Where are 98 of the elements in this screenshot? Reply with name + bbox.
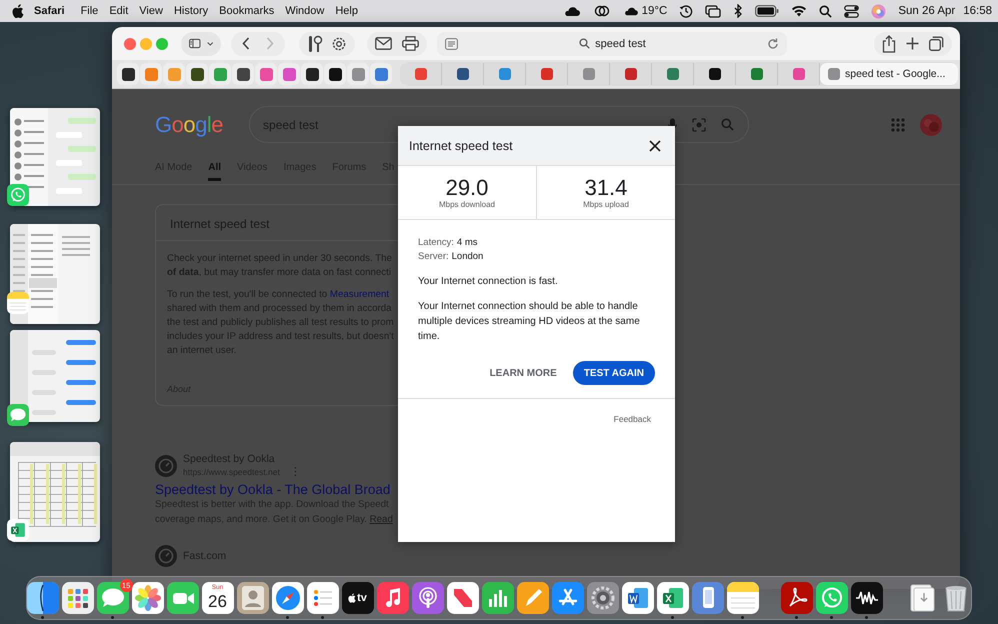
spreadsheet-icon[interactable] (656, 582, 688, 614)
apple-logo-icon[interactable] (12, 4, 24, 18)
speed-value: 31.4 (584, 176, 628, 200)
pinned-tab[interactable] (324, 63, 346, 85)
tabs-overview-icon[interactable] (929, 36, 944, 51)
speed-unit: Mbps download (438, 200, 496, 209)
app-store-icon[interactable] (552, 582, 584, 614)
detail-value: London (452, 251, 484, 262)
menu-item[interactable]: Edit (109, 5, 128, 17)
window-thumbnail[interactable] (10, 108, 100, 206)
cloud-icon[interactable] (562, 4, 581, 18)
wifi-icon[interactable] (791, 5, 808, 17)
feedback-link[interactable]: Feedback (614, 414, 651, 424)
screens-icon[interactable] (705, 4, 722, 18)
google-logo[interactable]: Google (155, 112, 224, 138)
gear-icon[interactable] (586, 582, 618, 614)
speed-unit: Mbps upload (583, 200, 629, 209)
two-tone-icon[interactable] (26, 582, 58, 614)
app-grid-icon[interactable] (62, 582, 94, 614)
notepad-icon[interactable] (7, 292, 29, 314)
detail-label: Latency: (418, 237, 454, 248)
pinned-tab[interactable] (301, 63, 323, 85)
reload-icon[interactable] (767, 38, 779, 50)
pdf-icon[interactable] (780, 582, 812, 614)
bluetooth-icon[interactable] (733, 4, 744, 18)
chat-phone-icon[interactable] (7, 184, 29, 206)
window-thumbnail[interactable] (10, 330, 100, 422)
news-icon[interactable] (446, 582, 478, 614)
verdict-text: Your Internet connection is fast. (418, 275, 559, 289)
envelope-icon[interactable] (375, 37, 392, 50)
tv-label: tv (357, 592, 367, 604)
apple-logo-icon (348, 593, 356, 603)
clock-label[interactable]: 16:58 (963, 5, 992, 17)
speech-bubble-icon[interactable] (7, 404, 29, 426)
pen-icon[interactable] (516, 582, 548, 614)
page-menu-icon[interactable] (445, 38, 458, 50)
checklist-icon[interactable] (306, 582, 338, 614)
temperature-label[interactable]: 19°C (642, 5, 668, 17)
clock-icon[interactable] (679, 4, 694, 18)
calendar-date-label: 26 (208, 592, 227, 611)
cloud-icon (622, 5, 639, 17)
speed-value: 29.0 (446, 176, 488, 200)
orb-icon[interactable] (871, 4, 886, 18)
chevron-down-icon (206, 40, 213, 46)
phone-icon[interactable] (692, 582, 724, 614)
speech-bubble-icon[interactable] (96, 582, 128, 614)
tv-app-icon[interactable]: tv (342, 582, 374, 614)
menu-item[interactable]: Help (335, 5, 358, 17)
bar-chart-icon[interactable] (482, 582, 514, 614)
menu-item[interactable]: Bookmarks (219, 5, 274, 17)
browser-tab[interactable]: speed test - Google... (820, 63, 958, 85)
window-thumbnail[interactable] (10, 442, 100, 542)
plus-icon[interactable] (906, 37, 919, 50)
search-icon[interactable] (819, 4, 832, 18)
contact-card-icon[interactable] (236, 582, 268, 614)
waveform-icon[interactable] (850, 582, 882, 614)
test-again-button[interactable]: TEST AGAIN (572, 361, 655, 385)
site-favicon-icon (155, 545, 177, 567)
notepad-icon[interactable] (726, 582, 758, 614)
sidebar-icon (189, 37, 201, 50)
flower-icon[interactable] (132, 582, 164, 614)
toggles-icon[interactable] (844, 4, 860, 18)
search-icon (579, 38, 590, 49)
chevron-right-icon (266, 37, 274, 50)
chat-phone-icon[interactable] (816, 582, 848, 614)
gear-icon[interactable] (331, 36, 347, 52)
site-favicon-icon (155, 454, 177, 476)
battery-icon[interactable] (755, 5, 780, 17)
close-icon[interactable] (649, 140, 661, 152)
date-label[interactable]: Sun 26 Apr (898, 5, 956, 17)
menu-item[interactable]: View (139, 5, 163, 17)
podcast-icon[interactable] (412, 582, 444, 614)
menu-item[interactable]: Window (285, 5, 324, 17)
detail-value: 4 ms (456, 237, 478, 248)
pinned-tab[interactable] (232, 63, 254, 85)
tools-icon[interactable] (307, 34, 323, 52)
pinned-tab[interactable] (186, 63, 208, 85)
video-camera-icon[interactable] (166, 582, 198, 614)
detail-label: Server: (418, 251, 449, 262)
learn-more-button[interactable]: LEARN MORE (488, 361, 559, 385)
linked-rings-icon[interactable] (592, 4, 611, 18)
compass-icon[interactable] (272, 582, 304, 614)
printer-icon[interactable] (402, 36, 419, 51)
document-icon[interactable] (622, 582, 654, 614)
menu-item[interactable]: History (174, 5, 208, 17)
window-thumbnail[interactable] (10, 224, 100, 324)
music-note-icon[interactable] (376, 582, 408, 614)
pinned-tab[interactable] (117, 63, 139, 85)
description-text: Your Internet connection should be able to handle multiple devices streaming HD videos at the same time. (418, 300, 641, 344)
spreadsheet-icon[interactable] (7, 519, 29, 541)
share-icon[interactable] (882, 34, 896, 52)
sidebar-button[interactable] (181, 32, 221, 56)
app-menu[interactable]: Safari (34, 5, 65, 17)
close-button[interactable] (124, 38, 136, 50)
chevron-left-icon (242, 37, 250, 50)
address-text: speed test (595, 38, 646, 50)
menu-item[interactable]: File (80, 5, 98, 17)
address-field[interactable]: speed test (437, 32, 787, 56)
